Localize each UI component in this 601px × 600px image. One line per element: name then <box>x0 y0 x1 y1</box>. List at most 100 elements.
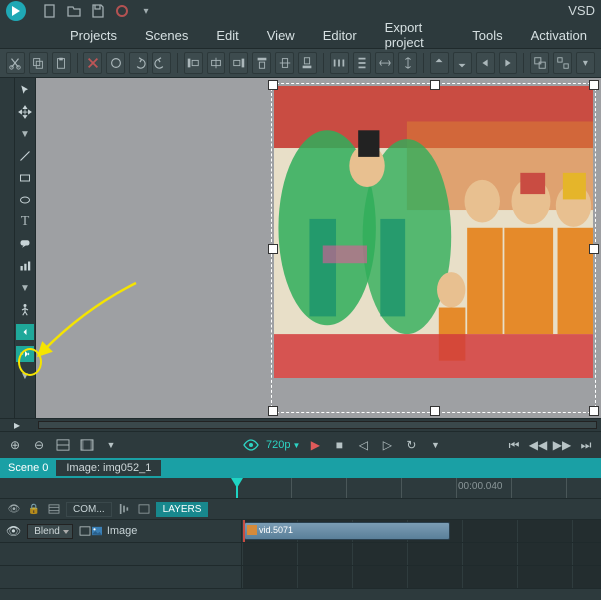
menu-export[interactable]: Export project <box>371 16 459 54</box>
filmstrip-icon[interactable] <box>46 501 62 517</box>
timeline-ruler[interactable]: 00:00.040 <box>0 478 601 499</box>
video-effects-tool-icon[interactable] <box>16 346 34 362</box>
same-width-button[interactable] <box>375 52 394 74</box>
resize-handle[interactable] <box>430 80 440 90</box>
group-button[interactable] <box>530 52 549 74</box>
person-tool-icon[interactable] <box>17 302 33 318</box>
backward-button[interactable] <box>499 52 518 74</box>
align-center-h-button[interactable] <box>207 52 226 74</box>
chevron-down-icon[interactable]: ▼ <box>17 368 33 384</box>
audio-icon[interactable] <box>116 501 132 517</box>
align-center-v-button[interactable] <box>275 52 294 74</box>
goto-start-button[interactable]: ⏮ <box>505 436 523 454</box>
record-icon[interactable] <box>114 3 130 19</box>
stop-button[interactable]: ■ <box>330 436 348 454</box>
prev-frame-button[interactable]: ◁ <box>354 436 372 454</box>
send-back-button[interactable] <box>453 52 472 74</box>
audio-tool-icon[interactable] <box>16 324 34 340</box>
selection-box[interactable] <box>272 84 595 412</box>
paste-button[interactable] <box>52 52 71 74</box>
resize-handle[interactable] <box>430 406 440 416</box>
play-icon[interactable]: ▸ <box>0 419 34 431</box>
next-frame-button[interactable]: ▷ <box>378 436 396 454</box>
rect-tool-icon[interactable] <box>17 170 33 186</box>
menu-tools[interactable]: Tools <box>458 24 516 47</box>
align-bottom-button[interactable] <box>298 52 317 74</box>
more-button[interactable]: ▾ <box>576 52 595 74</box>
tooltip-tool-icon[interactable] <box>17 236 33 252</box>
resize-handle[interactable] <box>589 80 599 90</box>
pointer-tool-icon[interactable] <box>17 82 33 98</box>
menu-activation[interactable]: Activation <box>517 24 601 47</box>
resize-handle[interactable] <box>268 80 278 90</box>
tab-layers[interactable]: LAYERS <box>156 502 209 517</box>
eye-icon[interactable]: 👁 <box>6 501 22 517</box>
resolution-label[interactable]: 720p▼ <box>266 439 300 451</box>
step-back-button[interactable]: ◀◀ <box>529 436 547 454</box>
resize-handle[interactable] <box>268 244 278 254</box>
distribute-v-button[interactable] <box>353 52 372 74</box>
frame-view-button[interactable] <box>78 436 96 454</box>
save-icon[interactable] <box>90 3 106 19</box>
menu-scenes[interactable]: Scenes <box>131 24 202 47</box>
blend-mode-select[interactable]: Blend <box>27 524 73 539</box>
track-lane[interactable]: vid.5071 <box>242 520 601 542</box>
line-tool-icon[interactable] <box>17 148 33 164</box>
scene-tab[interactable]: Scene 0 <box>0 460 56 476</box>
tab-compositing[interactable]: COM... <box>66 502 112 517</box>
align-left-button[interactable] <box>184 52 203 74</box>
copy-button[interactable] <box>29 52 48 74</box>
chevron-down-icon[interactable]: ▼ <box>17 280 33 296</box>
forward-button[interactable] <box>476 52 495 74</box>
fit-button[interactable] <box>54 436 72 454</box>
image-tab[interactable]: Image: img052_1 <box>56 460 161 476</box>
same-height-button[interactable] <box>398 52 417 74</box>
move-tool-icon[interactable] <box>17 104 33 120</box>
menu-editor[interactable]: Editor <box>309 24 371 47</box>
video-clip[interactable] <box>266 78 601 418</box>
track-lane[interactable] <box>242 543 601 565</box>
chevron-down-icon[interactable]: ▼ <box>426 436 444 454</box>
redo-button[interactable] <box>152 52 171 74</box>
timeline-clip[interactable]: vid.5071 <box>244 522 450 540</box>
canvas[interactable] <box>35 78 601 418</box>
undo-button[interactable] <box>129 52 148 74</box>
new-icon[interactable] <box>42 3 58 19</box>
menu-projects[interactable]: Projects <box>56 24 131 47</box>
loop-button[interactable]: ↻ <box>402 436 420 454</box>
filmstrip-icon[interactable] <box>79 526 91 536</box>
step-fwd-button[interactable]: ▶▶ <box>553 436 571 454</box>
resize-handle[interactable] <box>268 406 278 416</box>
eye-icon[interactable]: 👁 <box>6 524 21 538</box>
chevron-down-icon[interactable]: ▼ <box>17 126 33 142</box>
layer-name[interactable]: Image <box>107 525 138 537</box>
lock-icon[interactable]: 🔒 <box>26 501 42 517</box>
text-tool-icon[interactable]: T <box>17 214 33 230</box>
align-right-button[interactable] <box>229 52 248 74</box>
resize-handle[interactable] <box>589 406 599 416</box>
shape-circle-button[interactable] <box>106 52 125 74</box>
ellipse-tool-icon[interactable] <box>17 192 33 208</box>
zoom-in-button[interactable]: ⊕ <box>6 436 24 454</box>
menu-edit[interactable]: Edit <box>202 24 252 47</box>
cut-button[interactable] <box>6 52 25 74</box>
zoom-out-button[interactable]: ⊖ <box>30 436 48 454</box>
goto-end-button[interactable]: ⏭ <box>577 436 595 454</box>
chevron-down-icon[interactable]: ▾ <box>138 3 154 19</box>
chevron-down-icon[interactable]: ▼ <box>102 436 120 454</box>
play-button[interactable]: ▶ <box>306 436 324 454</box>
open-icon[interactable] <box>66 3 82 19</box>
playhead-icon[interactable] <box>236 478 238 498</box>
align-top-button[interactable] <box>252 52 271 74</box>
bring-front-button[interactable] <box>430 52 449 74</box>
ungroup-button[interactable] <box>553 52 572 74</box>
distribute-h-button[interactable] <box>330 52 349 74</box>
scrollbar-horizontal[interactable] <box>38 421 597 429</box>
filmstrip-icon[interactable] <box>136 501 152 517</box>
delete-button[interactable] <box>83 52 102 74</box>
eye-icon[interactable] <box>242 436 260 454</box>
track-lane[interactable] <box>242 566 601 588</box>
resize-handle[interactable] <box>589 244 599 254</box>
menu-view[interactable]: View <box>253 24 309 47</box>
chart-tool-icon[interactable] <box>17 258 33 274</box>
